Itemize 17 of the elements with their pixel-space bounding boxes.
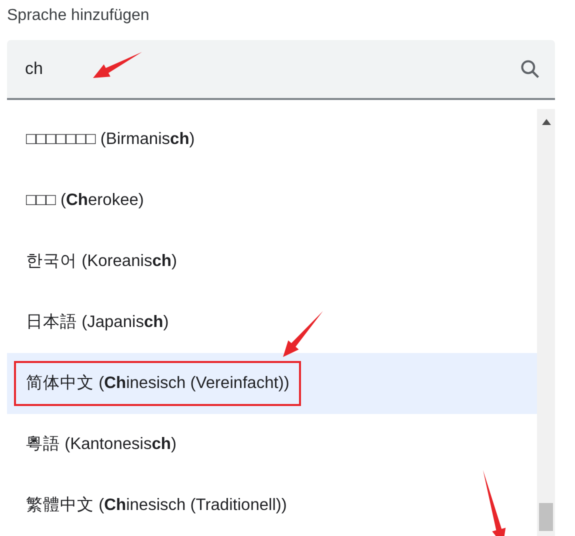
language-option[interactable]: 한국어 (Koreanisch) [7, 231, 537, 292]
language-label: □□□□□□□ (Birmanisch) [25, 129, 196, 150]
language-label: □□□ (Cherokee) [25, 190, 145, 212]
language-option[interactable]: □□□ (Cherokee) [7, 170, 537, 231]
language-option[interactable]: 简体中文 (Chinesisch (Vereinfacht)) [7, 353, 537, 414]
search-value: ch [25, 58, 43, 80]
language-label: 日本語 (Japanisch) [25, 312, 170, 334]
language-label: 한국어 (Koreanisch) [25, 251, 178, 272]
language-label: 粵語 (Kantonesisch) [25, 434, 178, 456]
language-label: 简体中文 (Chinesisch (Vereinfacht)) [14, 361, 302, 406]
language-label: 繁體中文 (Chinesisch (Traditionell)) [25, 495, 288, 516]
language-option[interactable]: 繁體中文 (Chinesisch (Traditionell)) [7, 475, 537, 536]
language-option[interactable]: 粵語 (Kantonesisch) [7, 414, 537, 475]
dialog-title: Sprache hinzufügen [7, 7, 150, 24]
search-field[interactable]: ch [7, 40, 555, 100]
language-option[interactable]: 日本語 (Japanisch) [7, 292, 537, 353]
language-option[interactable]: □□□□□□□ (Birmanisch) [7, 109, 537, 170]
